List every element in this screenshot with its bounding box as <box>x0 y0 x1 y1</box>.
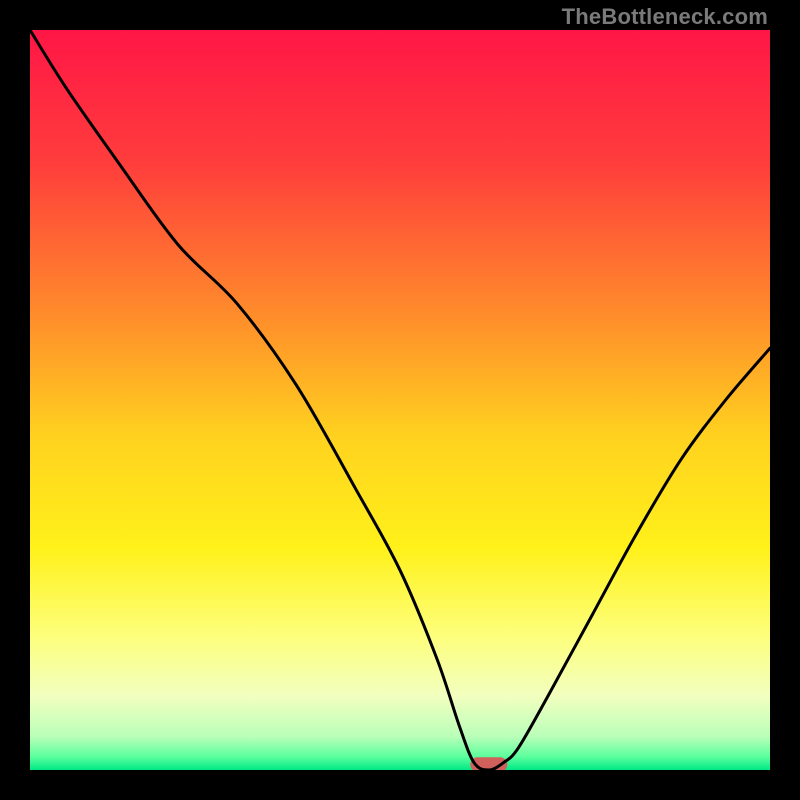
gradient-background <box>30 30 770 770</box>
bottleneck-chart <box>30 30 770 770</box>
plot-area <box>30 30 770 770</box>
watermark-text: TheBottleneck.com <box>562 4 768 30</box>
chart-frame: TheBottleneck.com <box>0 0 800 800</box>
